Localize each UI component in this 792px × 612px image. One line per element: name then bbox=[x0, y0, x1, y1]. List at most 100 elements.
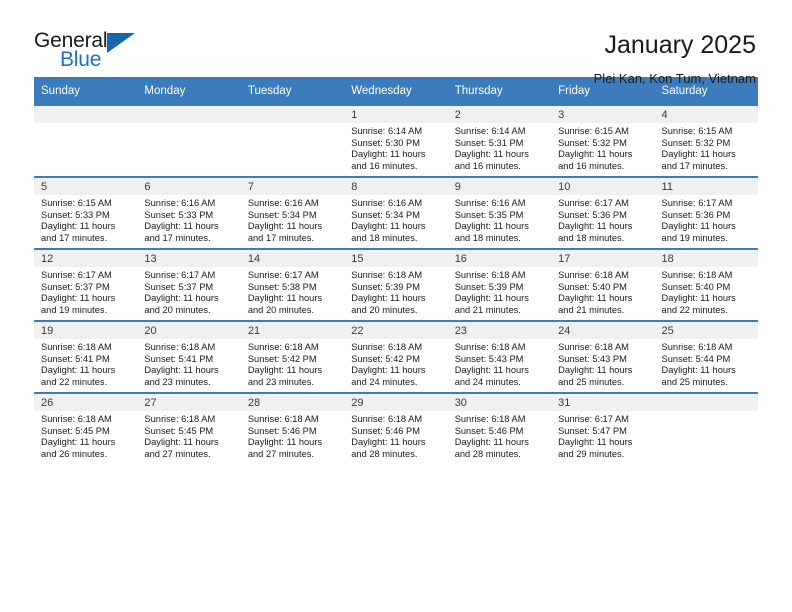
page-header: General Blue January 2025 Plei Kan, Kon … bbox=[34, 0, 758, 87]
day-detail-line: Sunrise: 6:18 AM bbox=[558, 342, 629, 352]
day-detail-line: Daylight: 11 hours bbox=[661, 293, 736, 304]
day-detail-line: Sunrise: 6:18 AM bbox=[454, 342, 526, 352]
day-number bbox=[34, 106, 138, 123]
calendar-cell-day-14[interactable]: 14 Sunrise: 6:17 AM Sunset: 5:38 PM Dayligh… bbox=[240, 248, 345, 320]
day-number: 4 bbox=[654, 106, 758, 123]
day-detail-line: Sunset: 5:45 PM bbox=[41, 425, 110, 436]
day-detail-line: Sunrise: 6:17 AM bbox=[41, 270, 112, 280]
calendar-cell-day-15[interactable]: 15 Sunrise: 6:18 AM Sunset: 5:39 PM Dayligh… bbox=[344, 248, 448, 320]
day-detail-line: Sunset: 5:33 PM bbox=[144, 209, 214, 220]
day-detail-line: and 16 minutes. bbox=[558, 160, 625, 171]
day-detail-line: Daylight: 11 hours bbox=[351, 365, 426, 376]
calendar-cell-day-23[interactable]: 23 Sunrise: 6:18 AM Sunset: 5:43 PM Dayligh… bbox=[447, 320, 552, 392]
calendar-cell-day-27[interactable]: 27 Sunrise: 6:18 AM Sunset: 5:45 PM Dayligh… bbox=[137, 392, 241, 464]
day-detail-line: Sunset: 5:33 PM bbox=[41, 209, 110, 220]
day-detail-line: Sunset: 5:47 PM bbox=[558, 425, 627, 436]
day-detail-line: and 27 minutes. bbox=[247, 448, 314, 459]
day-details: Sunrise: 6:17 AM Sunset: 5:47 PM Daylight:… bbox=[551, 411, 654, 460]
day-detail-line: Sunrise: 6:18 AM bbox=[661, 342, 733, 352]
day-detail-line: Sunset: 5:38 PM bbox=[247, 281, 317, 292]
day-detail-line: and 28 minutes. bbox=[454, 448, 521, 459]
day-detail-line: Daylight: 11 hours bbox=[661, 221, 736, 232]
day-number: 5 bbox=[34, 178, 138, 195]
calendar-cell-day-8[interactable]: 8 Sunrise: 6:16 AM Sunset: 5:34 PM Daylight… bbox=[344, 176, 448, 248]
calendar-cell-day-11[interactable]: 11 Sunrise: 6:17 AM Sunset: 5:36 PM Dayligh… bbox=[654, 176, 758, 248]
day-detail-line: Sunset: 5:43 PM bbox=[454, 353, 524, 364]
day-detail-line: and 21 minutes. bbox=[454, 304, 521, 315]
day-details: Sunrise: 6:18 AM Sunset: 5:46 PM Daylight:… bbox=[241, 411, 344, 460]
day-detail-line: Sunrise: 6:15 AM bbox=[558, 126, 629, 136]
calendar-cell-day-30[interactable]: 30 Sunrise: 6:18 AM Sunset: 5:46 PM Dayligh… bbox=[447, 392, 552, 464]
day-detail-line: Daylight: 11 hours bbox=[454, 365, 529, 376]
calendar-cell-day-9[interactable]: 9 Sunrise: 6:16 AM Sunset: 5:35 PM Daylight… bbox=[447, 176, 552, 248]
calendar-cell-day-28[interactable]: 28 Sunrise: 6:18 AM Sunset: 5:46 PM Dayligh… bbox=[240, 392, 345, 464]
calendar-cell-day-18[interactable]: 18 Sunrise: 6:18 AM Sunset: 5:40 PM Dayligh… bbox=[654, 248, 758, 320]
calendar-cell-day-17[interactable]: 17 Sunrise: 6:18 AM Sunset: 5:40 PM Dayligh… bbox=[551, 248, 655, 320]
day-detail-line: and 27 minutes. bbox=[144, 448, 211, 459]
title-block: January 2025 Plei Kan, Kon Tum, Vietnam bbox=[154, 30, 758, 87]
day-detail-line: Sunrise: 6:16 AM bbox=[454, 198, 526, 208]
day-number: 15 bbox=[344, 250, 448, 267]
day-detail-line: and 17 minutes. bbox=[41, 232, 108, 243]
calendar-cell-day-12[interactable]: 12 Sunrise: 6:17 AM Sunset: 5:37 PM Dayligh… bbox=[34, 248, 138, 320]
day-number: 20 bbox=[137, 322, 241, 339]
day-detail-line: Daylight: 11 hours bbox=[351, 437, 426, 448]
day-detail-line: Daylight: 11 hours bbox=[661, 365, 736, 376]
calendar-cell-day-19[interactable]: 19 Sunrise: 6:18 AM Sunset: 5:41 PM Dayligh… bbox=[34, 320, 138, 392]
day-number: 7 bbox=[240, 178, 345, 195]
brand-logo[interactable]: General Blue bbox=[34, 30, 154, 76]
day-details: Sunrise: 6:14 AM Sunset: 5:30 PM Daylight:… bbox=[344, 123, 447, 172]
calendar-cell-day-1[interactable]: 1 Sunrise: 6:14 AM Sunset: 5:30 PM Daylight… bbox=[344, 104, 448, 176]
day-number: 24 bbox=[551, 322, 655, 339]
calendar-cell-day-2[interactable]: 2 Sunrise: 6:14 AM Sunset: 5:31 PM Daylight… bbox=[447, 104, 552, 176]
day-detail-line: and 16 minutes. bbox=[454, 160, 521, 171]
calendar-cell-day-6[interactable]: 6 Sunrise: 6:16 AM Sunset: 5:33 PM Daylight… bbox=[137, 176, 241, 248]
calendar-cell-day-3[interactable]: 3 Sunrise: 6:15 AM Sunset: 5:32 PM Daylight… bbox=[551, 104, 655, 176]
day-detail-line: and 20 minutes. bbox=[351, 304, 418, 315]
calendar-cell-day-25[interactable]: 25 Sunrise: 6:18 AM Sunset: 5:44 PM Dayligh… bbox=[654, 320, 758, 392]
day-detail-line: Daylight: 11 hours bbox=[351, 221, 426, 232]
calendar-cell-day-20[interactable]: 20 Sunrise: 6:18 AM Sunset: 5:41 PM Dayligh… bbox=[137, 320, 241, 392]
calendar-cell-day-7[interactable]: 7 Sunrise: 6:16 AM Sunset: 5:34 PM Daylight… bbox=[240, 176, 345, 248]
day-detail-line: Daylight: 11 hours bbox=[144, 437, 219, 448]
day-detail-line: Sunset: 5:37 PM bbox=[41, 281, 110, 292]
calendar-cell-day-10[interactable]: 10 Sunrise: 6:17 AM Sunset: 5:36 PM Dayligh… bbox=[551, 176, 655, 248]
calendar-cell-day-4[interactable]: 4 Sunrise: 6:15 AM Sunset: 5:32 PM Daylight… bbox=[654, 104, 758, 176]
day-details: Sunrise: 6:16 AM Sunset: 5:34 PM Daylight:… bbox=[344, 195, 447, 244]
calendar-cell-day-26[interactable]: 26 Sunrise: 6:18 AM Sunset: 5:45 PM Dayligh… bbox=[34, 392, 138, 464]
day-detail-line: Sunset: 5:42 PM bbox=[247, 353, 317, 364]
day-detail-line: and 29 minutes. bbox=[558, 448, 625, 459]
day-number: 8 bbox=[344, 178, 448, 195]
calendar-week-row: 1 Sunrise: 6:14 AM Sunset: 5:30 PM Daylight… bbox=[34, 104, 758, 176]
day-detail-line: Daylight: 11 hours bbox=[454, 293, 529, 304]
day-detail-line: Sunrise: 6:16 AM bbox=[351, 198, 423, 208]
day-number: 21 bbox=[240, 322, 345, 339]
day-detail-line: Daylight: 11 hours bbox=[41, 293, 116, 304]
day-detail-line: Sunrise: 6:17 AM bbox=[661, 198, 733, 208]
day-number: 3 bbox=[551, 106, 655, 123]
day-detail-line: Daylight: 11 hours bbox=[558, 149, 633, 160]
calendar-cell-day-21[interactable]: 21 Sunrise: 6:18 AM Sunset: 5:42 PM Dayligh… bbox=[240, 320, 345, 392]
day-detail-line: Sunrise: 6:18 AM bbox=[144, 342, 216, 352]
day-details: Sunrise: 6:18 AM Sunset: 5:43 PM Daylight:… bbox=[551, 339, 654, 388]
calendar-cell-day-13[interactable]: 13 Sunrise: 6:17 AM Sunset: 5:37 PM Dayligh… bbox=[137, 248, 241, 320]
calendar-cell-day-31[interactable]: 31 Sunrise: 6:17 AM Sunset: 5:47 PM Dayligh… bbox=[551, 392, 655, 464]
day-number: 25 bbox=[654, 322, 758, 339]
calendar-cell-day-5[interactable]: 5 Sunrise: 6:15 AM Sunset: 5:33 PM Daylight… bbox=[34, 176, 138, 248]
calendar-cell-day-24[interactable]: 24 Sunrise: 6:18 AM Sunset: 5:43 PM Dayligh… bbox=[551, 320, 655, 392]
day-details: Sunrise: 6:18 AM Sunset: 5:40 PM Daylight:… bbox=[655, 267, 758, 316]
calendar-cell-day-29[interactable]: 29 Sunrise: 6:18 AM Sunset: 5:46 PM Dayligh… bbox=[344, 392, 448, 464]
day-details: Sunrise: 6:18 AM Sunset: 5:42 PM Daylight:… bbox=[344, 339, 447, 388]
day-detail-line: Sunset: 5:41 PM bbox=[41, 353, 110, 364]
day-details: Sunrise: 6:18 AM Sunset: 5:39 PM Daylight:… bbox=[344, 267, 447, 316]
day-number: 13 bbox=[137, 250, 241, 267]
calendar-week-row: 26 Sunrise: 6:18 AM Sunset: 5:45 PM Dayligh… bbox=[34, 392, 758, 464]
day-detail-line: Sunset: 5:37 PM bbox=[144, 281, 214, 292]
calendar-cell-day-22[interactable]: 22 Sunrise: 6:18 AM Sunset: 5:42 PM Dayligh… bbox=[344, 320, 448, 392]
day-detail-line: Sunrise: 6:18 AM bbox=[351, 414, 423, 424]
brand-name-blue: Blue bbox=[60, 48, 102, 71]
day-number: 2 bbox=[447, 106, 552, 123]
day-number: 31 bbox=[551, 394, 655, 411]
calendar-week-row: 12 Sunrise: 6:17 AM Sunset: 5:37 PM Dayligh… bbox=[34, 248, 758, 320]
calendar-cell-day-16[interactable]: 16 Sunrise: 6:18 AM Sunset: 5:39 PM Dayligh… bbox=[447, 248, 552, 320]
